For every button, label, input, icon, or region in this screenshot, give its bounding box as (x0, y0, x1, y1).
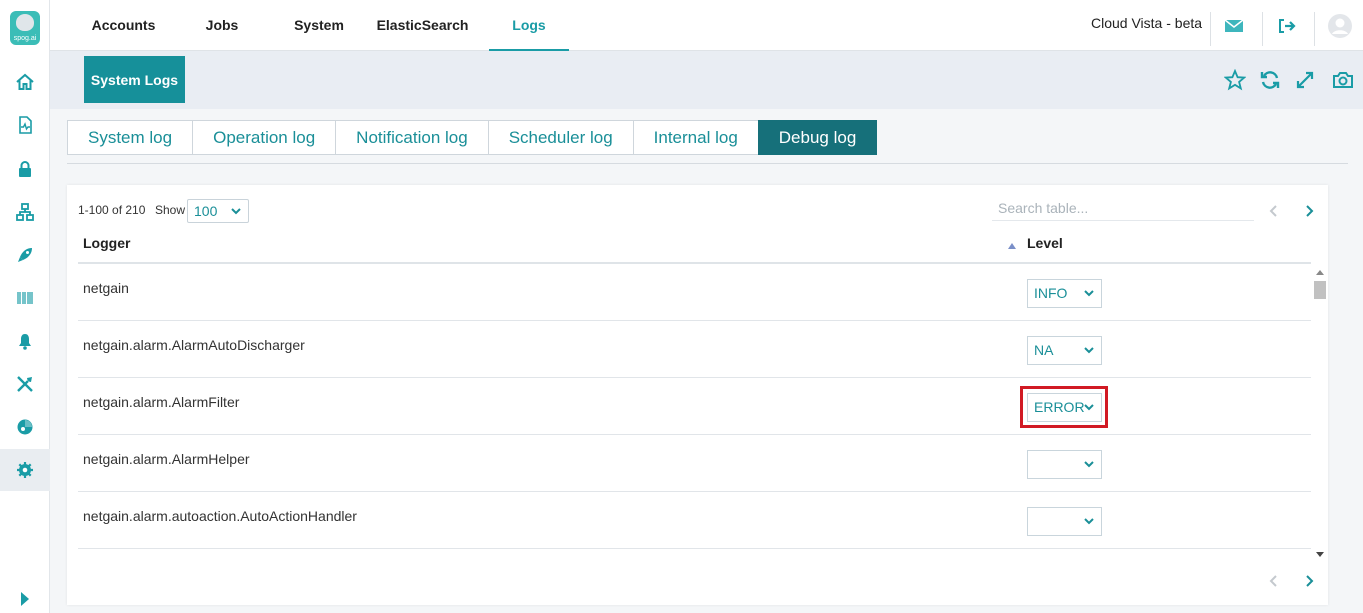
column-header-level[interactable]: Level (1027, 235, 1063, 251)
user-avatar-icon[interactable] (1327, 13, 1353, 39)
table-row: netgain.alarm.AlarmHelper (78, 435, 1311, 492)
tab-jobs[interactable]: Jobs (192, 0, 252, 51)
scroll-up-arrow[interactable] (1316, 270, 1324, 275)
star-icon[interactable] (1223, 68, 1247, 92)
divider (1262, 12, 1263, 46)
level-value: INFO (1034, 285, 1068, 301)
expand-icon[interactable] (1293, 68, 1317, 92)
column-header-logger[interactable]: Logger (83, 235, 130, 251)
page-size-value: 100 (194, 203, 218, 219)
barcode-icon[interactable] (0, 277, 50, 319)
camera-icon[interactable] (1331, 68, 1355, 92)
table-body: netgain INFO netgain.alarm.AlarmAutoDisc… (78, 264, 1311, 550)
tab-system-log[interactable]: System log (67, 120, 193, 155)
divider (1314, 12, 1315, 46)
tab-scheduler-log[interactable]: Scheduler log (487, 120, 633, 155)
pagination-info: 1-100 of 210 (78, 203, 146, 217)
tab-elasticsearch[interactable]: ElasticSearch (373, 0, 472, 51)
next-page-icon[interactable] (1301, 203, 1317, 219)
logout-icon[interactable] (1276, 15, 1298, 37)
left-sidebar: spog.ai (0, 0, 50, 613)
divider (1210, 12, 1211, 46)
log-tabs: System log Operation log Notification lo… (67, 120, 878, 155)
content-area: System log Operation log Notification lo… (50, 109, 1363, 613)
previous-page-icon[interactable] (1266, 203, 1282, 219)
tools-icon[interactable] (0, 363, 50, 405)
level-value: NA (1034, 342, 1054, 358)
spog-logo[interactable]: spog.ai (10, 11, 40, 45)
divider (67, 163, 1348, 164)
logger-name: netgain.alarm.AlarmFilter (83, 394, 240, 410)
report-icon[interactable] (0, 104, 50, 146)
level-select[interactable]: NA (1027, 336, 1102, 365)
sort-ascending-icon[interactable] (1008, 237, 1016, 255)
settings-gear-icon[interactable] (0, 449, 50, 491)
page-size-select[interactable]: 100 (187, 199, 249, 223)
vertical-scrollbar[interactable] (1312, 264, 1328, 561)
alarm-bell-icon[interactable] (0, 320, 50, 362)
chevron-down-icon (230, 202, 242, 226)
koala-logo-icon (16, 14, 34, 31)
home-icon[interactable] (0, 61, 50, 103)
network-icon[interactable] (0, 191, 50, 233)
page-header: System Logs (50, 51, 1363, 109)
table-row: netgain INFO (78, 264, 1311, 321)
tab-system[interactable]: System (287, 0, 351, 51)
table-row: netgain.alarm.AlarmAutoDischarger NA (78, 321, 1311, 378)
logger-name: netgain.alarm.autoaction.AutoActionHandl… (83, 508, 357, 524)
level-select[interactable] (1027, 450, 1102, 479)
tab-notification-log[interactable]: Notification log (335, 120, 488, 155)
chevron-down-icon (1083, 398, 1095, 425)
page-title: System Logs (84, 56, 185, 103)
level-value: ERROR (1034, 399, 1085, 415)
refresh-icon[interactable] (1258, 68, 1282, 92)
chevron-down-icon (1083, 284, 1095, 311)
table-row: netgain.alarm.autoaction.AutoActionHandl… (78, 492, 1311, 549)
chevron-down-icon (1083, 455, 1095, 482)
tab-operation-log[interactable]: Operation log (192, 120, 336, 155)
tab-accounts[interactable]: Accounts (86, 0, 161, 51)
tab-logs[interactable]: Logs (489, 0, 569, 51)
logger-name: netgain (83, 280, 129, 296)
debug-log-table-card: 1-100 of 210 Show 100 Search table... Lo… (67, 185, 1328, 605)
tab-debug-log[interactable]: Debug log (757, 120, 878, 155)
lock-icon[interactable] (0, 148, 50, 190)
scroll-thumb[interactable] (1314, 281, 1326, 299)
scroll-down-arrow[interactable] (1316, 552, 1324, 557)
previous-page-icon[interactable] (1266, 573, 1282, 589)
top-navigation: Accounts Jobs System ElasticSearch Logs … (50, 0, 1363, 51)
dashboard-pie-icon[interactable] (0, 406, 50, 448)
tab-internal-log[interactable]: Internal log (632, 120, 758, 155)
brand-name: Cloud Vista - beta (1091, 15, 1203, 31)
mail-icon[interactable] (1223, 15, 1245, 37)
search-input[interactable]: Search table... (992, 197, 1254, 221)
logo-text: spog.ai (13, 35, 37, 42)
chevron-down-icon (1083, 341, 1095, 368)
level-select[interactable]: INFO (1027, 279, 1102, 308)
show-label: Show (155, 203, 186, 217)
level-select[interactable] (1027, 507, 1102, 536)
chevron-down-icon (1083, 512, 1095, 539)
level-select[interactable]: ERROR (1027, 393, 1102, 422)
logger-name: netgain.alarm.AlarmAutoDischarger (83, 337, 305, 353)
rocket-icon[interactable] (0, 234, 50, 276)
caret-right-icon[interactable] (0, 578, 50, 613)
logger-name: netgain.alarm.AlarmHelper (83, 451, 250, 467)
next-page-icon[interactable] (1301, 573, 1317, 589)
table-row: netgain.alarm.AlarmFilter ERROR (78, 378, 1311, 435)
